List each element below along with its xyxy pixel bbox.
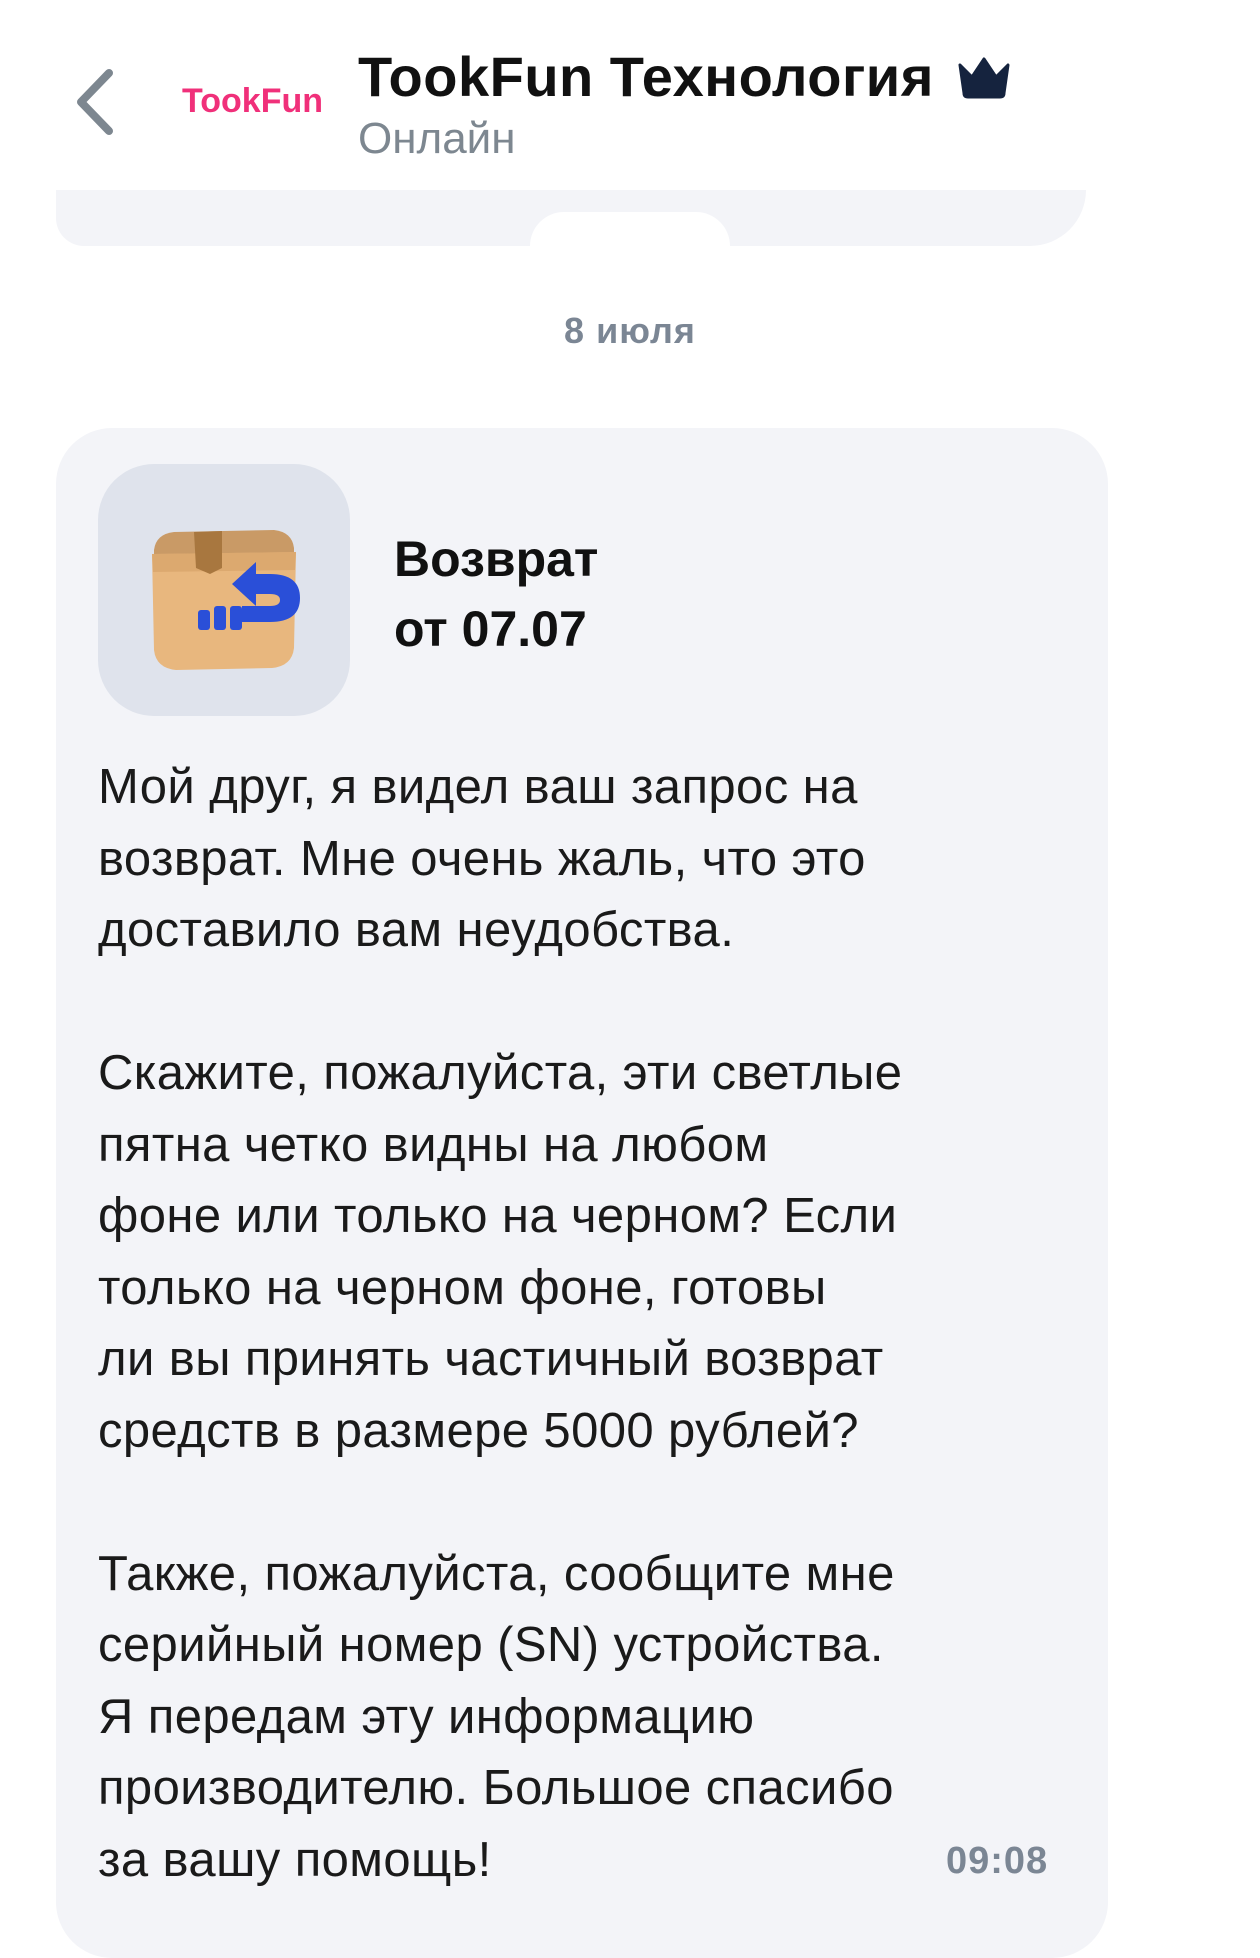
contact-name[interactable]: TookFun Технология bbox=[358, 44, 1012, 109]
back-button[interactable] bbox=[60, 62, 130, 142]
brand-logo[interactable]: TookFun bbox=[178, 76, 328, 126]
return-box-icon bbox=[152, 530, 300, 670]
online-status: Онлайн bbox=[358, 114, 516, 163]
return-card-title-line2: от 07.07 bbox=[394, 601, 587, 657]
message-text: Мой друг, я видел ваш запрос на возврат.… bbox=[98, 760, 903, 1887]
svg-text:TookFun: TookFun bbox=[182, 82, 323, 120]
message-bubble[interactable]: Возврат от 07.07 Мой друг, я видел ваш з… bbox=[56, 428, 1108, 1958]
contact-name-text: TookFun Технология bbox=[358, 45, 934, 108]
return-card-icon-tile[interactable] bbox=[98, 464, 350, 716]
return-card-title[interactable]: Возврат от 07.07 bbox=[394, 524, 598, 664]
previous-message-notch bbox=[530, 212, 730, 246]
date-separator: 8 июля bbox=[564, 310, 696, 351]
message-timestamp: 09:08 bbox=[946, 1840, 1049, 1882]
chevron-left-icon bbox=[77, 69, 113, 135]
chat-header: TookFun TookFun Технология Онлайн bbox=[0, 0, 1260, 190]
return-card-title-line1: Возврат bbox=[394, 531, 599, 587]
crown-icon bbox=[958, 57, 1010, 98]
